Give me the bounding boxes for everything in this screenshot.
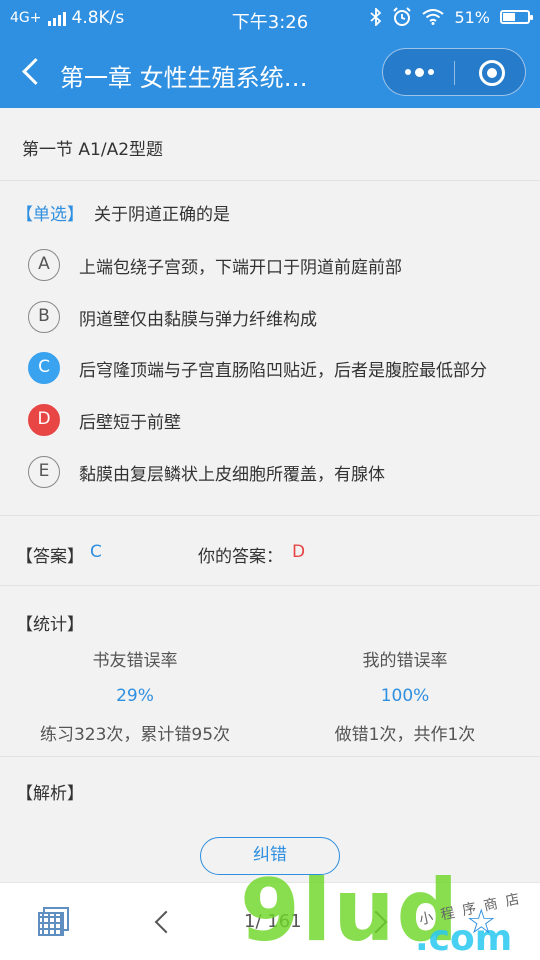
question-type-tag: 【单选】 bbox=[16, 205, 84, 225]
option-e[interactable]: E 黏膜由复层鳞状上皮细胞所覆盖，有腺体 bbox=[28, 456, 528, 492]
option-text: 后壁短于前壁 bbox=[79, 413, 181, 433]
answer-label: 【答案】 bbox=[16, 547, 84, 567]
prev-question-icon[interactable] bbox=[150, 907, 174, 937]
option-text: 阴道壁仅由黏膜与弹力纤维构成 bbox=[79, 310, 317, 330]
stats-label: 【统计】 bbox=[16, 615, 84, 635]
correct-answer: C bbox=[90, 542, 102, 562]
close-mini-program-icon[interactable] bbox=[479, 60, 505, 86]
back-button[interactable] bbox=[16, 56, 46, 88]
option-text: 黏膜由复层鳞状上皮细胞所覆盖，有腺体 bbox=[79, 465, 385, 485]
page-title: 第一章 女性生殖系统… bbox=[60, 64, 308, 92]
nav-bar: 第一章 女性生殖系统… bbox=[0, 36, 540, 108]
divider bbox=[0, 756, 540, 757]
option-letter: E bbox=[28, 456, 60, 488]
option-a[interactable]: A 上端包绕子宫颈，下端开口于阴道前庭前部 bbox=[28, 249, 528, 285]
option-letter: B bbox=[28, 301, 60, 333]
option-letter: A bbox=[28, 249, 60, 281]
battery-percent: 51% bbox=[454, 7, 490, 27]
bluetooth-icon bbox=[370, 8, 382, 26]
option-d[interactable]: D 后壁短于前壁 bbox=[28, 404, 528, 440]
your-answer-label: 你的答案： bbox=[198, 547, 283, 567]
option-text: 上端包绕子宫颈，下端开口于阴道前庭前部 bbox=[79, 258, 402, 278]
mini-program-capsule bbox=[382, 48, 526, 96]
star-icon: ☆ bbox=[466, 902, 497, 942]
option-letter-wrong: D bbox=[28, 404, 60, 436]
stat-title: 我的错误率 bbox=[362, 651, 448, 671]
wifi-icon bbox=[422, 9, 445, 25]
stat-detail: 做错1次，共作1次 bbox=[334, 725, 476, 745]
more-icon[interactable] bbox=[405, 67, 434, 77]
option-letter-correct: C bbox=[28, 352, 60, 384]
stat-percent: 29% bbox=[116, 686, 154, 706]
stat-detail: 练习323次，累计错95次 bbox=[39, 725, 231, 745]
question-text: 关于阴道正确的是 bbox=[94, 205, 230, 225]
status-bar: 4G+ 4.8K/s 下午3:26 51% bbox=[0, 0, 540, 36]
option-text: 后穹隆顶端与子宫直肠陷凹贴近，后者是腹腔最低部分 bbox=[79, 361, 487, 381]
stat-percent: 100% bbox=[380, 686, 430, 706]
section-title: 第一节 A1/A2型题 bbox=[22, 140, 164, 160]
stat-title: 书友错误率 bbox=[92, 651, 178, 671]
your-answer: D bbox=[292, 542, 306, 562]
capsule-divider bbox=[454, 61, 455, 85]
option-c[interactable]: C 后穹隆顶端与子宫直肠陷凹贴近，后者是腹腔最低部分 bbox=[28, 352, 528, 388]
answer-card-icon[interactable] bbox=[38, 907, 70, 937]
divider bbox=[0, 180, 540, 181]
option-b[interactable]: B 阴道壁仅由黏膜与弹力纤维构成 bbox=[28, 301, 528, 337]
divider bbox=[0, 585, 540, 586]
battery-icon bbox=[500, 10, 533, 24]
my-error-rate: 我的错误率 100% 做错1次，共作1次 bbox=[290, 646, 520, 745]
divider bbox=[0, 515, 540, 516]
friends-error-rate: 书友错误率 29% 练习323次，累计错95次 bbox=[20, 646, 250, 745]
analysis-label: 【解析】 bbox=[16, 784, 84, 804]
alarm-icon bbox=[393, 7, 412, 26]
